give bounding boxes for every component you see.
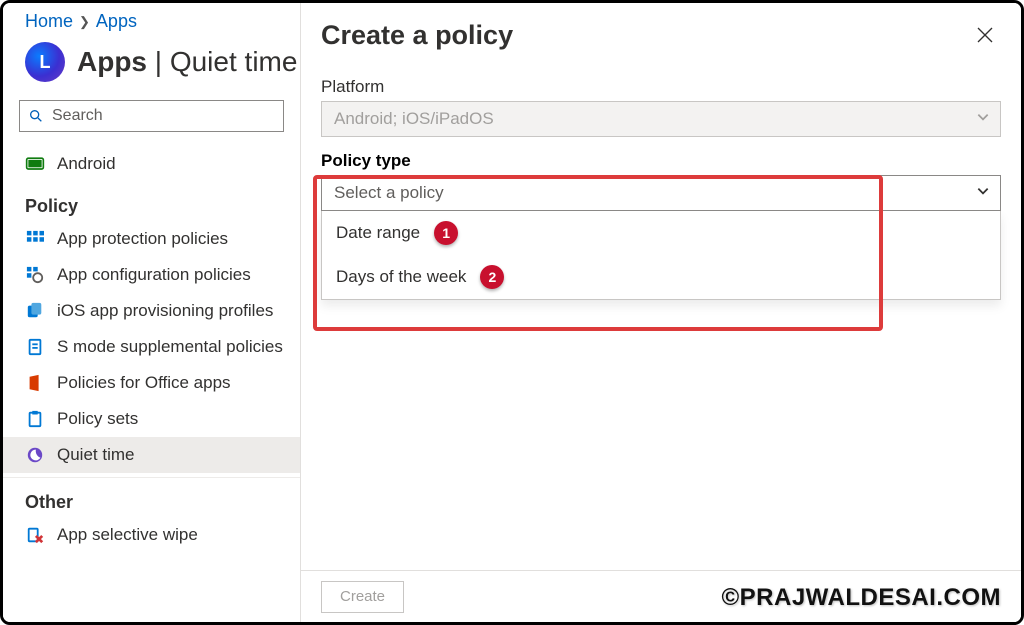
sidebar-item-label: Quiet time [57, 445, 134, 465]
create-policy-panel: Create a policy Platform Android; iOS/iP… [301, 3, 1021, 622]
sidebar-item-ios-provisioning[interactable]: iOS app provisioning profiles [3, 293, 300, 329]
nav-group-policy: Policy [3, 182, 300, 221]
clipboard-icon [25, 409, 45, 429]
sidebar-item-app-config[interactable]: App configuration policies [3, 257, 300, 293]
policy-type-option-date-range[interactable]: Date range 1 [322, 211, 1000, 255]
sidebar-item-label: App protection policies [57, 229, 228, 249]
sidebar-item-policy-sets[interactable]: Policy sets [3, 401, 300, 437]
annotation-badge: 2 [480, 265, 504, 289]
office-icon [25, 373, 45, 393]
dropdown-item-label: Days of the week [336, 267, 466, 287]
page-title-suffix: | Quiet time [147, 46, 297, 77]
sidebar-item-android[interactable]: Android [3, 146, 300, 182]
breadcrumb-apps[interactable]: Apps [96, 11, 137, 32]
sidebar-item-app-protection[interactable]: App protection policies [3, 221, 300, 257]
sidebar-item-label: iOS app provisioning profiles [57, 301, 273, 321]
breadcrumb: Home ❯ Apps [3, 9, 300, 38]
chevron-down-icon [976, 109, 990, 129]
document-icon [25, 337, 45, 357]
monitor-icon [25, 154, 45, 174]
search-icon [28, 108, 44, 124]
policy-type-option-days-of-week[interactable]: Days of the week 2 [322, 255, 1000, 299]
policy-type-dropdown: Date range 1 Days of the week 2 [321, 211, 1001, 300]
close-button[interactable] [969, 19, 1001, 51]
grid-icon [25, 229, 45, 249]
moon-icon [25, 445, 45, 465]
create-button[interactable]: Create [321, 581, 404, 613]
annotation-badge: 1 [434, 221, 458, 245]
sidebar-item-label: Policies for Office apps [57, 373, 231, 393]
breadcrumb-home[interactable]: Home [25, 11, 73, 32]
sidebar-item-label: Android [57, 154, 116, 174]
dropdown-item-label: Date range [336, 223, 420, 243]
policy-type-label: Policy type [321, 151, 1001, 175]
sidebar-item-label: App selective wipe [57, 525, 198, 545]
sidebar-item-app-selective-wipe[interactable]: App selective wipe [3, 517, 300, 553]
sidebar: Home ❯ Apps L Apps | Quiet time Android … [3, 3, 301, 622]
panel-title: Create a policy [321, 20, 513, 51]
sidebar-item-s-mode[interactable]: S mode supplemental policies [3, 329, 300, 365]
search-input[interactable] [52, 107, 275, 125]
policy-type-select[interactable]: Select a policy [321, 175, 1001, 211]
sidebar-item-label: App configuration policies [57, 265, 251, 285]
platform-value: Android; iOS/iPadOS [334, 109, 494, 129]
watermark-text: ©PRAJWALDESAI.COM [721, 584, 1001, 612]
page-title-strong: Apps [77, 46, 147, 77]
chevron-right-icon: ❯ [79, 14, 90, 30]
platform-select: Android; iOS/iPadOS [321, 101, 1001, 137]
sidebar-item-label: S mode supplemental policies [57, 337, 283, 357]
search-input-wrapper[interactable] [19, 100, 284, 132]
apps-icon: L [25, 42, 65, 82]
wipe-icon [25, 525, 45, 545]
grid-gear-icon [25, 265, 45, 285]
chevron-down-icon [976, 183, 990, 203]
policy-type-placeholder: Select a policy [334, 183, 444, 203]
platform-label: Platform [321, 77, 1001, 101]
sidebar-item-office-policies[interactable]: Policies for Office apps [3, 365, 300, 401]
nav-group-other: Other [3, 477, 300, 517]
sidebar-item-label: Policy sets [57, 409, 138, 429]
page-title: L Apps | Quiet time [3, 38, 300, 100]
copy-icon [25, 301, 45, 321]
sidebar-item-quiet-time[interactable]: Quiet time [3, 437, 300, 473]
